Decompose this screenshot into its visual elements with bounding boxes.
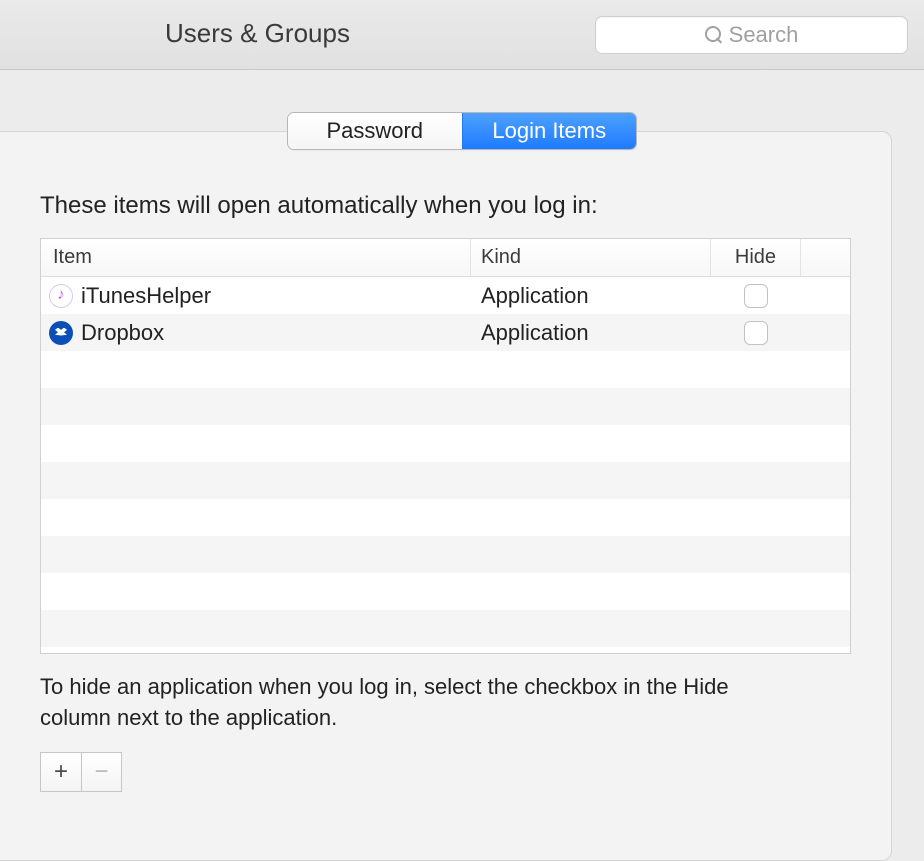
remove-button[interactable]: − bbox=[81, 753, 121, 791]
cell-hide bbox=[711, 573, 801, 610]
login-items-table: Item Kind Hide iTunesHelperApplicationDr… bbox=[40, 238, 851, 654]
login-items-panel: These items will open automatically when… bbox=[0, 131, 892, 861]
dropbox-icon bbox=[49, 321, 73, 345]
search-placeholder: Search bbox=[729, 22, 799, 48]
table-row bbox=[41, 499, 850, 536]
item-name: Dropbox bbox=[81, 320, 164, 346]
cell-spare bbox=[801, 573, 850, 610]
window-title: Users & Groups bbox=[165, 18, 350, 49]
cell-hide bbox=[711, 314, 801, 351]
tab-password[interactable]: Password bbox=[288, 113, 462, 149]
table-row[interactable]: iTunesHelper Application bbox=[41, 277, 850, 314]
cell-item bbox=[41, 462, 471, 499]
cell-spare bbox=[801, 425, 850, 462]
search-icon bbox=[705, 26, 723, 44]
cell-spare bbox=[801, 462, 850, 499]
cell-kind: Application bbox=[471, 314, 711, 351]
cell-kind bbox=[471, 536, 711, 573]
cell-kind bbox=[471, 351, 711, 388]
cell-hide bbox=[711, 499, 801, 536]
table-row[interactable]: Dropbox Application bbox=[41, 314, 850, 351]
cell-item bbox=[41, 536, 471, 573]
cell-spare bbox=[801, 536, 850, 573]
table-row bbox=[41, 536, 850, 573]
table-header: Item Kind Hide bbox=[41, 239, 850, 277]
search-field[interactable]: Search bbox=[595, 16, 908, 54]
cell-kind: Application bbox=[471, 277, 711, 314]
cell-item bbox=[41, 573, 471, 610]
cell-kind bbox=[471, 462, 711, 499]
column-header-spare bbox=[801, 239, 850, 276]
cell-item: iTunesHelper bbox=[41, 277, 471, 314]
item-name: iTunesHelper bbox=[81, 283, 211, 309]
column-header-hide[interactable]: Hide bbox=[711, 239, 801, 276]
add-remove-buttons: + − bbox=[40, 752, 122, 792]
cell-kind bbox=[471, 610, 711, 647]
cell-hide bbox=[711, 425, 801, 462]
cell-hide bbox=[711, 388, 801, 425]
cell-spare bbox=[801, 351, 850, 388]
cell-spare bbox=[801, 388, 850, 425]
table-row bbox=[41, 462, 850, 499]
table-row bbox=[41, 610, 850, 647]
table-row bbox=[41, 425, 850, 462]
table-body: iTunesHelper Application Dropbox Applicatio… bbox=[41, 277, 850, 647]
table-row bbox=[41, 351, 850, 388]
toolbar: Users & Groups Search bbox=[0, 0, 924, 70]
cell-item bbox=[41, 388, 471, 425]
cell-hide bbox=[711, 351, 801, 388]
tab-login-items[interactable]: Login Items bbox=[462, 113, 637, 149]
column-header-item[interactable]: Item bbox=[41, 239, 471, 276]
cell-spare bbox=[801, 314, 850, 351]
cell-hide bbox=[711, 277, 801, 314]
hide-checkbox[interactable] bbox=[744, 284, 768, 308]
table-row bbox=[41, 388, 850, 425]
cell-hide bbox=[711, 610, 801, 647]
column-header-kind[interactable]: Kind bbox=[471, 239, 711, 276]
table-row bbox=[41, 573, 850, 610]
cell-item bbox=[41, 351, 471, 388]
cell-spare bbox=[801, 277, 850, 314]
cell-item bbox=[41, 425, 471, 462]
cell-hide bbox=[711, 462, 801, 499]
cell-item bbox=[41, 499, 471, 536]
itunes-icon bbox=[49, 284, 73, 308]
cell-kind bbox=[471, 388, 711, 425]
add-button[interactable]: + bbox=[41, 753, 81, 791]
cell-spare bbox=[801, 499, 850, 536]
cell-kind bbox=[471, 499, 711, 536]
hide-checkbox[interactable] bbox=[744, 321, 768, 345]
intro-text: These items will open automatically when… bbox=[40, 192, 851, 220]
cell-item bbox=[41, 610, 471, 647]
tab-bar: Password Login Items bbox=[287, 112, 637, 150]
cell-item: Dropbox bbox=[41, 314, 471, 351]
hint-text: To hide an application when you log in, … bbox=[40, 672, 800, 734]
cell-hide bbox=[711, 536, 801, 573]
cell-kind bbox=[471, 425, 711, 462]
cell-spare bbox=[801, 610, 850, 647]
cell-kind bbox=[471, 573, 711, 610]
